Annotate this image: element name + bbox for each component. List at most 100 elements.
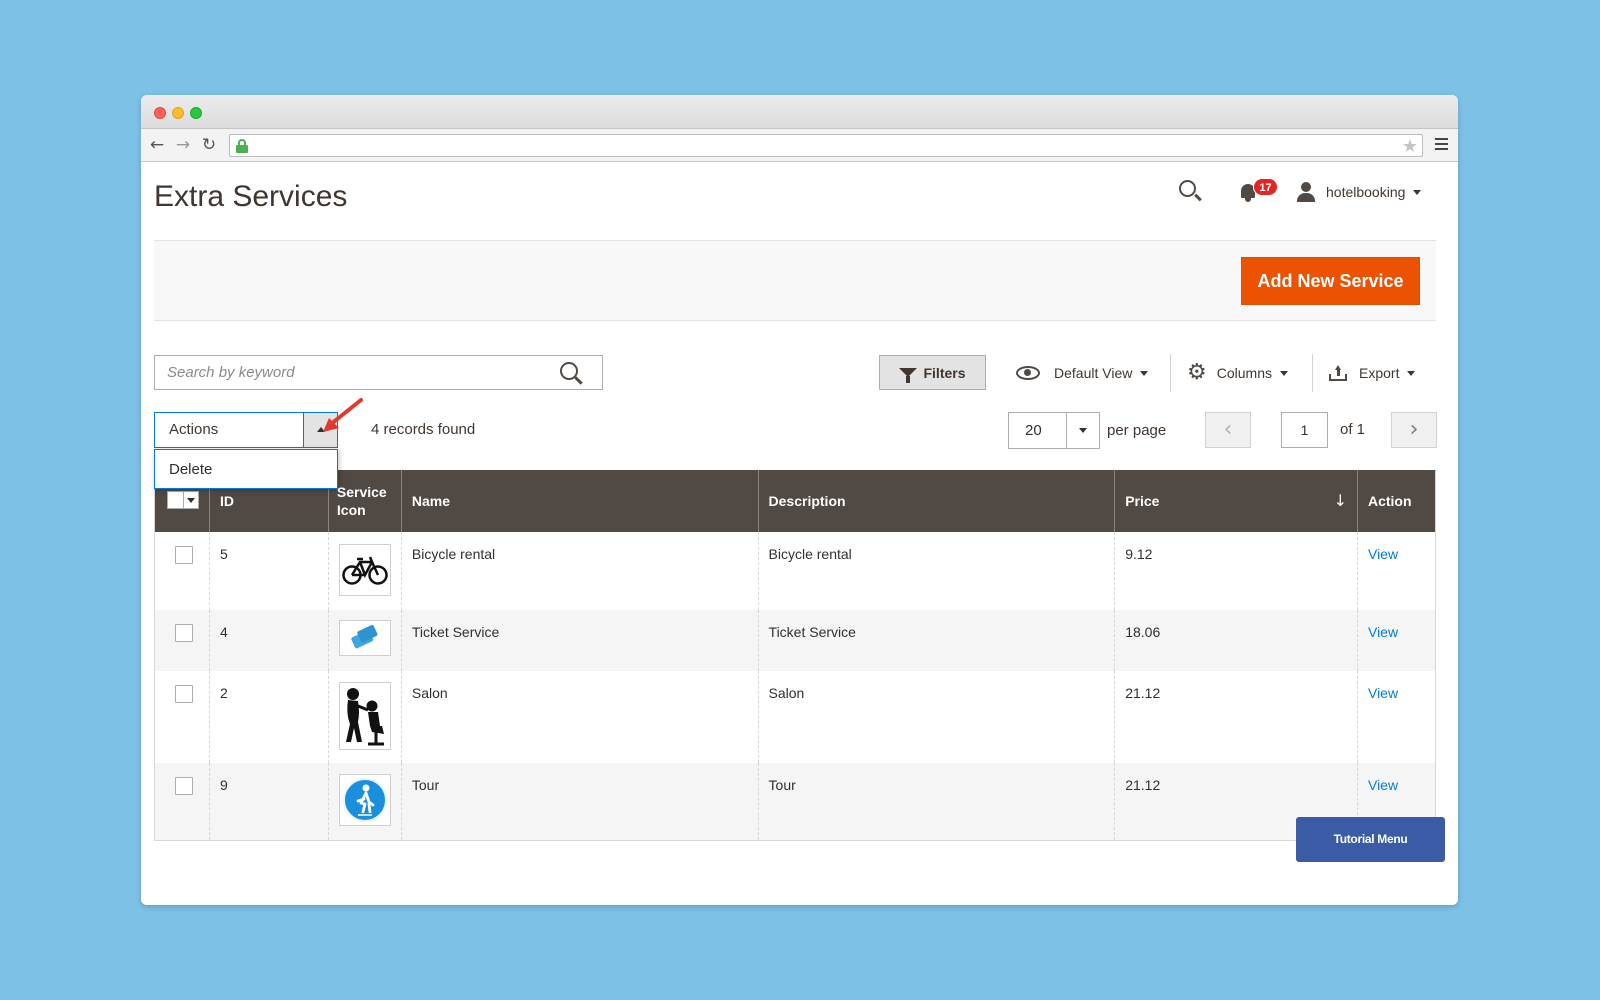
next-page-button[interactable]: › <box>1391 412 1437 448</box>
cell-price: 9.12 <box>1114 532 1358 610</box>
row-select-checkbox[interactable] <box>175 685 193 703</box>
view-link[interactable]: View <box>1368 624 1398 640</box>
funnel-icon <box>899 368 918 383</box>
column-header-name[interactable]: Name <box>400 470 759 532</box>
row-select-checkbox[interactable] <box>175 546 193 564</box>
previous-page-button[interactable]: ‹ <box>1205 412 1251 448</box>
cell-name: Tour <box>400 763 759 841</box>
reload-icon[interactable]: ↻ <box>198 134 220 156</box>
per-page-select[interactable]: 20 <box>1008 412 1100 449</box>
cell-id: 4 <box>209 610 329 671</box>
tour-icon <box>338 774 391 826</box>
cell-description: Ticket Service <box>757 610 1115 671</box>
view-label: Default View <box>1054 365 1133 381</box>
toolbar-divider <box>1312 354 1313 392</box>
columns-label: Columns <box>1216 365 1272 381</box>
column-header-price[interactable]: Price ↓ <box>1114 470 1358 532</box>
search-icon[interactable] <box>560 362 584 386</box>
lock-icon <box>236 139 248 153</box>
browser-titlebar <box>141 95 1458 129</box>
current-page-input[interactable]: 1 <box>1281 412 1328 448</box>
browser-window: ← → ↻ ★ Extra Services 17 hotelbooking A… <box>141 95 1458 905</box>
cell-id: 5 <box>209 532 329 610</box>
mass-actions-menu: Delete <box>154 449 338 489</box>
view-link[interactable]: View <box>1368 546 1398 562</box>
row-select-checkbox[interactable] <box>175 624 193 642</box>
salon-icon <box>338 682 391 750</box>
table-row: 9 Tour Tour 21.12 View <box>154 763 1436 841</box>
bookmark-star-icon[interactable]: ★ <box>1402 135 1418 157</box>
bicycle-icon <box>338 544 391 596</box>
view-link[interactable]: View <box>1368 685 1398 701</box>
mass-action-delete[interactable]: Delete <box>155 450 337 490</box>
cell-description: Tour <box>757 763 1115 841</box>
cell-name: Ticket Service <box>400 610 759 671</box>
global-search-icon[interactable] <box>1177 178 1203 204</box>
cell-description: Bicycle rental <box>757 532 1115 610</box>
view-link[interactable]: View <box>1368 777 1398 793</box>
cell-id: 2 <box>209 671 329 763</box>
column-header-service-icon[interactable]: Service Icon <box>327 470 402 532</box>
price-header-label: Price <box>1125 493 1160 509</box>
chevron-down-icon <box>184 492 198 508</box>
columns-dropdown[interactable]: ⚙ Columns <box>1187 359 1288 387</box>
keyword-search <box>154 355 603 390</box>
annotation-arrow-icon <box>323 398 363 432</box>
admin-page: Extra Services 17 hotelbooking Add New S… <box>141 162 1458 905</box>
per-page-value: 20 <box>1025 422 1042 439</box>
total-pages-label: of 1 <box>1340 421 1366 438</box>
row-select-checkbox[interactable] <box>175 777 193 795</box>
chevron-down-icon <box>1140 370 1149 376</box>
column-header-action: Action <box>1356 470 1436 532</box>
records-found: 4 records found <box>371 421 476 438</box>
chevron-down-icon <box>1079 428 1087 433</box>
add-new-service-button[interactable]: Add New Service <box>1241 257 1420 305</box>
services-grid: ID Service Icon Name Description Price ↓ … <box>154 470 1436 841</box>
export-label: Export <box>1359 365 1400 381</box>
page-actions-bar: Add New Service <box>154 240 1436 321</box>
filters-label: Filters <box>923 364 966 381</box>
browser-menu-icon[interactable] <box>1435 138 1448 150</box>
export-icon <box>1329 365 1347 381</box>
export-dropdown[interactable]: Export <box>1329 359 1416 387</box>
page-title: Extra Services <box>154 180 348 213</box>
grid-header-row: ID Service Icon Name Description Price ↓ … <box>154 470 1436 532</box>
chevron-down-icon <box>1407 370 1416 376</box>
mass-actions-label: Actions <box>169 421 219 438</box>
user-account-menu[interactable]: hotelbooking <box>1296 180 1422 204</box>
per-page-toggle[interactable] <box>1066 413 1099 448</box>
cell-name: Bicycle rental <box>400 532 759 610</box>
back-arrow-icon[interactable]: ← <box>146 134 168 156</box>
cell-price: 18.06 <box>1114 610 1358 671</box>
search-input[interactable] <box>155 356 535 389</box>
tutorial-menu-button[interactable]: Tutorial Menu <box>1296 817 1445 862</box>
toolbar-divider <box>1170 354 1171 392</box>
ticket-icon <box>338 620 391 656</box>
cell-name: Salon <box>400 671 759 763</box>
eye-icon <box>1016 366 1040 380</box>
username: hotelbooking <box>1326 184 1406 200</box>
address-bar[interactable]: ★ <box>229 134 1423 157</box>
cell-id: 9 <box>209 763 329 841</box>
forward-arrow-icon[interactable]: → <box>172 134 194 156</box>
table-row: 5 Bicycle rental Bicycle rental 9.12 Vie… <box>154 532 1436 610</box>
default-view-dropdown[interactable]: Default View <box>1016 359 1149 387</box>
maximize-window-icon[interactable] <box>190 107 202 119</box>
gear-icon: ⚙ <box>1187 360 1207 385</box>
sort-arrow-icon: ↓ <box>1333 491 1347 510</box>
column-header-description[interactable]: Description <box>757 470 1115 532</box>
table-row: 4 Ticket Service Ticket Service 18.06 Vi… <box>154 610 1436 671</box>
close-window-icon[interactable] <box>154 107 166 119</box>
mass-actions-select[interactable]: Actions <box>154 412 338 448</box>
chevron-down-icon <box>1413 189 1422 195</box>
user-icon <box>1296 182 1316 202</box>
per-page-label: per page <box>1107 422 1167 439</box>
chevron-down-icon <box>1279 370 1288 376</box>
filters-button[interactable]: Filters <box>879 355 986 390</box>
browser-navbar: ← → ↻ ★ <box>141 129 1458 162</box>
cell-price: 21.12 <box>1114 671 1358 763</box>
notification-count-badge[interactable]: 17 <box>1253 178 1278 196</box>
mass-select-checkbox[interactable] <box>167 490 199 509</box>
minimize-window-icon[interactable] <box>172 107 184 119</box>
table-row: 2 Salon Salon 21.12 View <box>154 671 1436 763</box>
